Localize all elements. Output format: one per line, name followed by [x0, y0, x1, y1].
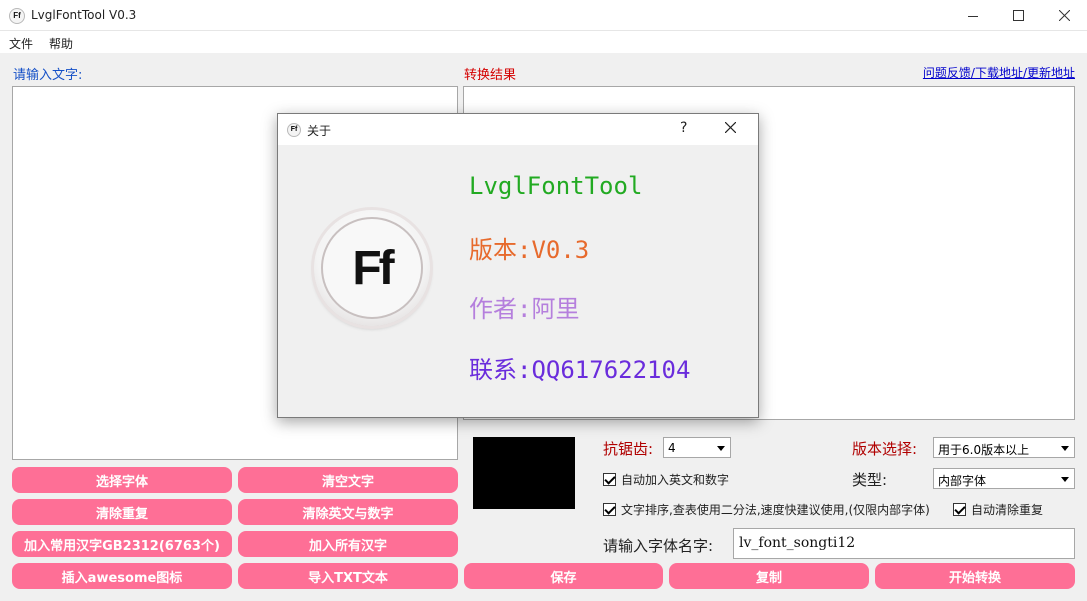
type-value: 内部字体: [938, 474, 987, 488]
close-button[interactable]: [1041, 0, 1087, 31]
about-contact: 联系:QQ617622104: [469, 356, 691, 384]
menu-file[interactable]: 文件: [9, 35, 33, 52]
dialog-title-bar: Ff 关于 ?: [278, 114, 758, 145]
checkbox-checked-icon: [603, 503, 616, 516]
antialias-select[interactable]: 4: [663, 437, 731, 458]
font-name-label: 请输入字体名字:: [603, 537, 714, 555]
auto-add-en-num-checkbox[interactable]: 自动加入英文和数字: [603, 471, 729, 488]
sort-text-checkbox[interactable]: 文字排序,查表使用二分法,速度快建议使用,(仅限内部字体): [603, 501, 930, 518]
clear-text-button[interactable]: 清空文字: [238, 467, 458, 493]
close-icon: [1058, 10, 1070, 21]
dialog-help-button[interactable]: ?: [680, 120, 687, 136]
font-preview-box: [473, 437, 575, 509]
minimize-button[interactable]: [950, 0, 996, 31]
version-value: 用于6.0版本以上: [938, 443, 1030, 457]
checkbox-checked-icon: [953, 503, 966, 516]
minimize-icon: [968, 15, 978, 17]
dialog-title: 关于: [307, 124, 332, 138]
insert-awesome-icons-button[interactable]: 插入awesome图标: [12, 563, 232, 589]
auto-remove-dup-label: 自动清除重复: [971, 503, 1044, 517]
version-select-label: 版本选择:: [852, 440, 918, 458]
about-author: 作者:阿里: [469, 295, 580, 323]
input-text-label: 请输入文字:: [13, 68, 83, 83]
about-dialog: Ff 关于 ? Ff LvglFontTool 版本:V0.3 作者:阿里 联系…: [277, 113, 759, 418]
maximize-button[interactable]: [995, 0, 1041, 31]
add-all-chinese-button[interactable]: 加入所有汉字: [238, 531, 458, 557]
close-icon: [724, 121, 737, 134]
feedback-download-link[interactable]: 问题反馈/下载地址/更新地址: [923, 64, 1075, 81]
type-select[interactable]: 内部字体: [933, 468, 1075, 489]
app-logo-icon: Ff: [9, 8, 25, 24]
copy-button[interactable]: 复制: [669, 563, 869, 589]
window-title: LvglFontTool V0.3: [31, 8, 137, 22]
type-label: 类型:: [852, 471, 888, 489]
import-txt-button[interactable]: 导入TXT文本: [238, 563, 458, 589]
app-logo: Ff: [314, 210, 430, 326]
auto-remove-dup-checkbox[interactable]: 自动清除重复: [953, 501, 1043, 518]
remove-duplicates-button[interactable]: 清除重复: [12, 499, 232, 525]
start-convert-button[interactable]: 开始转换: [875, 563, 1075, 589]
about-app-name: LvglFontTool: [469, 172, 643, 200]
antialias-label: 抗锯齿:: [603, 440, 654, 458]
auto-add-en-num-label: 自动加入英文和数字: [621, 473, 730, 487]
add-common-chinese-button[interactable]: 加入常用汉字GB2312(6763个): [12, 531, 232, 557]
antialias-value: 4: [668, 441, 676, 455]
font-name-input[interactable]: lv_font_songti12: [733, 528, 1075, 559]
chevron-down-icon: [1061, 446, 1069, 451]
dialog-app-icon: Ff: [287, 123, 301, 137]
chevron-down-icon: [1061, 477, 1069, 482]
logo-ff-text: Ff: [321, 217, 423, 319]
title-bar: Ff LvglFontTool V0.3: [0, 0, 1087, 31]
chevron-down-icon: [717, 446, 725, 451]
version-select[interactable]: 用于6.0版本以上: [933, 437, 1075, 458]
clear-english-numbers-button[interactable]: 清除英文与数字: [238, 499, 458, 525]
result-label: 转换结果: [464, 68, 517, 83]
sort-text-label: 文字排序,查表使用二分法,速度快建议使用,(仅限内部字体): [621, 503, 930, 517]
checkbox-checked-icon: [603, 473, 616, 486]
menu-help[interactable]: 帮助: [49, 35, 73, 52]
dialog-close-button[interactable]: [724, 121, 737, 136]
select-font-button[interactable]: 选择字体: [12, 467, 232, 493]
about-version: 版本:V0.3: [469, 236, 590, 264]
save-button[interactable]: 保存: [464, 563, 663, 589]
menu-bar: 文件 帮助: [0, 31, 1087, 53]
maximize-icon: [1012, 10, 1024, 21]
